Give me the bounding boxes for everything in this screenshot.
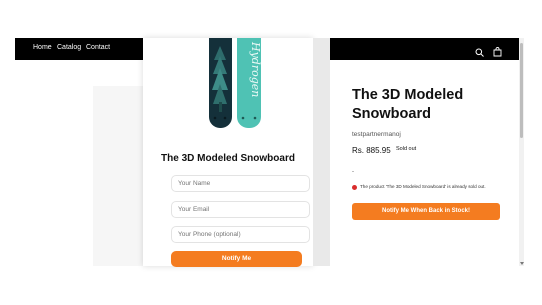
search-icon[interactable] [475, 44, 484, 62]
product-title: The 3D Modeled Snowboard [352, 87, 464, 122]
notify-back-in-stock-button[interactable]: Notify Me When Back in Stock! [352, 203, 500, 220]
product-price: Rs. 885.95 [352, 146, 391, 155]
separator-dash: - [352, 169, 354, 175]
nav-catalog-link[interactable]: Catalog [57, 44, 81, 51]
product-vendor: testpartnermanoj [352, 131, 401, 138]
modal-product-title: The 3D Modeled Snowboard [161, 153, 295, 164]
scrollbar-thumb[interactable] [520, 43, 523, 138]
phone-input[interactable] [171, 226, 310, 243]
scroll-down-arrow-icon[interactable] [519, 262, 524, 265]
sold-out-notice: The product 'The 3D Modeled Snowboard' i… [360, 184, 486, 189]
top-navigation: Home Catalog Contact [15, 38, 150, 60]
page-divider [313, 38, 330, 266]
content-placeholder [93, 86, 143, 266]
product-page-right: The 3D Modeled Snowboard testpartnermano… [330, 38, 524, 266]
storefront-page-left: Home Catalog Contact [0, 38, 150, 266]
snowboard-product-image: Hydrogen [209, 38, 262, 128]
notify-me-button[interactable]: Notify Me [171, 251, 302, 267]
cart-icon[interactable] [493, 44, 502, 62]
warning-dot-icon [352, 185, 357, 190]
email-input[interactable] [171, 201, 310, 218]
notify-modal: Hydrogen The 3D Modeled Snowboard Notify… [143, 38, 313, 267]
nav-contact-link[interactable]: Contact [86, 44, 110, 51]
sold-out-badge: Sold out [396, 146, 417, 152]
store-header [330, 38, 524, 60]
name-input[interactable] [171, 175, 310, 192]
nav-home-link[interactable]: Home [33, 44, 52, 51]
board-script-text: Hydrogen [249, 41, 262, 97]
page-scrollbar[interactable] [519, 38, 524, 266]
